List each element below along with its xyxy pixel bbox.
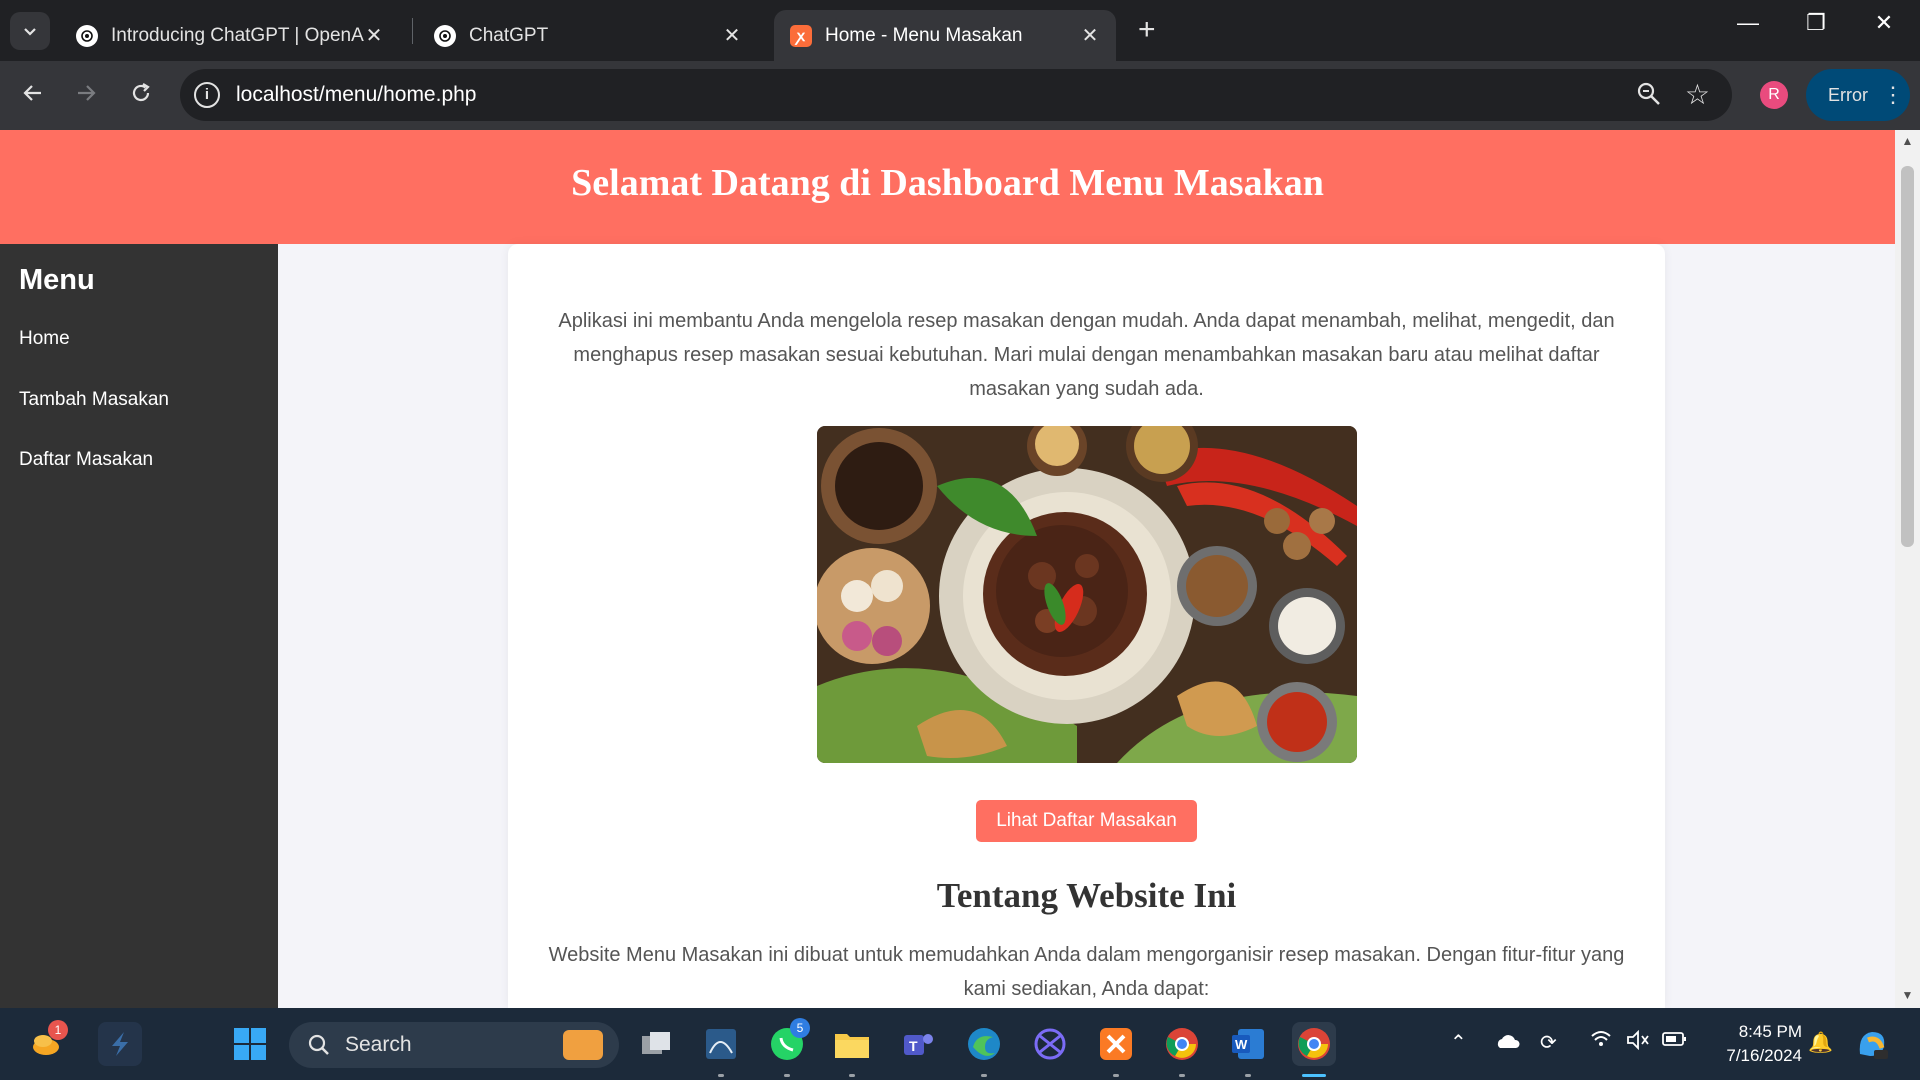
bookmark-star-icon[interactable]: ☆ xyxy=(1685,78,1710,111)
windows-taskbar: 1 Search 5 T W ⌃ ⟳ 8:45 PM 7/16/2024 🔔 xyxy=(0,1008,1920,1080)
sidebar-item-tambah-masakan[interactable]: Tambah Masakan xyxy=(19,389,169,411)
tab-separator xyxy=(412,18,413,44)
perplexity-icon[interactable] xyxy=(1028,1022,1072,1066)
notification-bell-icon[interactable]: 🔔 xyxy=(1808,1030,1833,1055)
active-indicator xyxy=(1302,1074,1326,1077)
chevron-up-icon[interactable]: ⌃ xyxy=(1450,1030,1467,1055)
tab-title: Introducing ChatGPT | OpenAI xyxy=(111,24,364,46)
error-label: Error xyxy=(1828,84,1868,105)
url-text[interactable]: localhost/menu/home.php xyxy=(236,83,477,107)
page-header: Selamat Datang di Dashboard Menu Masakan xyxy=(0,130,1895,244)
tab-close-icon[interactable]: ✕ xyxy=(364,23,384,48)
clock-date: 7/16/2024 xyxy=(1726,1046,1802,1065)
openai-icon xyxy=(76,24,98,47)
copilot-icon[interactable] xyxy=(1850,1022,1894,1066)
chrome-icon[interactable] xyxy=(1160,1022,1204,1066)
running-indicator xyxy=(1245,1074,1251,1077)
xampp-icon[interactable] xyxy=(1094,1022,1138,1066)
sync-icon[interactable]: ⟳ xyxy=(1540,1030,1557,1055)
onedrive-icon[interactable] xyxy=(1494,1032,1520,1056)
chrome-profile-icon[interactable] xyxy=(1292,1022,1336,1066)
svg-text:W: W xyxy=(1235,1037,1248,1052)
system-clock[interactable]: 8:45 PM 7/16/2024 xyxy=(1706,1020,1802,1068)
intro-paragraph: Aplikasi ini membantu Anda mengelola res… xyxy=(558,310,1615,400)
browser-tab-bar: Introducing ChatGPT | OpenAI ✕ ChatGPT ✕… xyxy=(0,0,1920,61)
search-icon xyxy=(308,1034,329,1055)
wifi-icon[interactable] xyxy=(1590,1030,1612,1054)
word-icon[interactable]: W xyxy=(1226,1022,1270,1066)
battery-icon[interactable] xyxy=(1662,1030,1688,1053)
address-bar[interactable]: i localhost/menu/home.php ☆ xyxy=(180,69,1732,121)
forward-button[interactable] xyxy=(68,79,104,111)
search-placeholder: Search xyxy=(345,1033,412,1056)
tab-search-button[interactable] xyxy=(10,12,50,50)
sidebar-item-daftar-masakan[interactable]: Daftar Masakan xyxy=(19,449,153,471)
scroll-down-arrow-icon[interactable]: ▼ xyxy=(1895,988,1920,1002)
profile-avatar[interactable]: R xyxy=(1760,81,1788,109)
site-info-icon[interactable]: i xyxy=(194,82,220,108)
rendang-dish-image xyxy=(817,426,1357,763)
tab-home-menu-masakan[interactable]: ꭗ Home - Menu Masakan ✕ xyxy=(774,10,1116,61)
xampp-icon: ꭗ xyxy=(790,24,812,47)
browser-toolbar: i localhost/menu/home.php ☆ R Error ⋮ xyxy=(0,61,1920,130)
running-indicator xyxy=(849,1074,855,1077)
search-highlight-icon xyxy=(563,1030,603,1060)
whatsapp-badge: 5 xyxy=(790,1018,810,1038)
mysql-icon[interactable] xyxy=(699,1022,743,1066)
tab-title: ChatGPT xyxy=(469,24,549,46)
arrow-right-icon xyxy=(78,85,96,101)
tab-introducing-chatgpt[interactable]: Introducing ChatGPT | OpenAI ✕ xyxy=(60,10,400,61)
sidebar-title: Menu xyxy=(19,264,95,296)
tab-chatgpt[interactable]: ChatGPT ✕ xyxy=(418,10,758,61)
arrow-left-icon xyxy=(23,85,41,101)
running-indicator xyxy=(718,1074,724,1077)
sidebar-item-home[interactable]: Home xyxy=(19,328,70,350)
zoom-icon[interactable] xyxy=(1636,81,1662,112)
file-explorer-icon[interactable] xyxy=(830,1022,874,1066)
view-menu-list-button[interactable]: Lihat Daftar Masakan xyxy=(976,800,1197,842)
sidebar: Menu Home Tambah Masakan Daftar Masakan xyxy=(0,244,278,1008)
reload-icon xyxy=(132,83,150,102)
new-tab-button[interactable]: + xyxy=(1138,14,1156,46)
app-icon[interactable] xyxy=(98,1022,142,1066)
page-viewport: Selamat Datang di Dashboard Menu Masakan… xyxy=(0,130,1895,1008)
running-indicator xyxy=(981,1074,987,1077)
notification-badge: 1 xyxy=(48,1020,68,1040)
scrollbar-thumb[interactable] xyxy=(1901,166,1914,547)
running-indicator xyxy=(1113,1074,1119,1077)
teams-icon[interactable]: T xyxy=(896,1022,940,1066)
restore-button[interactable]: ❐ xyxy=(1796,10,1836,36)
close-window-button[interactable]: ✕ xyxy=(1864,10,1904,36)
chevron-down-icon xyxy=(24,28,36,36)
page-title: Selamat Datang di Dashboard Menu Masakan xyxy=(571,162,1324,204)
error-button[interactable]: Error ⋮ xyxy=(1806,69,1910,121)
main-content-card: Aplikasi ini membantu Anda mengelola res… xyxy=(508,244,1665,1008)
tab-title: Home - Menu Masakan xyxy=(825,24,1023,46)
back-button[interactable] xyxy=(15,79,51,111)
page-scrollbar[interactable]: ▲ ▼ xyxy=(1895,130,1920,1008)
speaker-muted-icon[interactable] xyxy=(1626,1029,1650,1056)
reload-button[interactable] xyxy=(123,79,159,111)
hero-food-image xyxy=(817,426,1357,763)
clock-time: 8:45 PM xyxy=(1738,1022,1802,1041)
edge-icon[interactable] xyxy=(962,1022,1006,1066)
svg-text:T: T xyxy=(909,1038,918,1054)
tab-close-icon[interactable]: ✕ xyxy=(722,23,742,48)
windows-start-icon[interactable] xyxy=(228,1022,272,1066)
task-view-icon[interactable] xyxy=(634,1022,678,1066)
running-indicator xyxy=(784,1074,790,1077)
about-heading: Tentang Website Ini xyxy=(936,876,1237,915)
tab-close-icon[interactable]: ✕ xyxy=(1080,23,1100,48)
taskbar-search-input[interactable]: Search xyxy=(289,1022,619,1068)
about-paragraph: Website Menu Masakan ini dibuat untuk me… xyxy=(548,944,1625,1000)
scroll-up-arrow-icon[interactable]: ▲ xyxy=(1895,134,1920,148)
openai-icon xyxy=(434,24,456,47)
minimize-button[interactable]: — xyxy=(1728,10,1768,36)
kebab-menu-icon: ⋮ xyxy=(1882,82,1904,107)
running-indicator xyxy=(1179,1074,1185,1077)
